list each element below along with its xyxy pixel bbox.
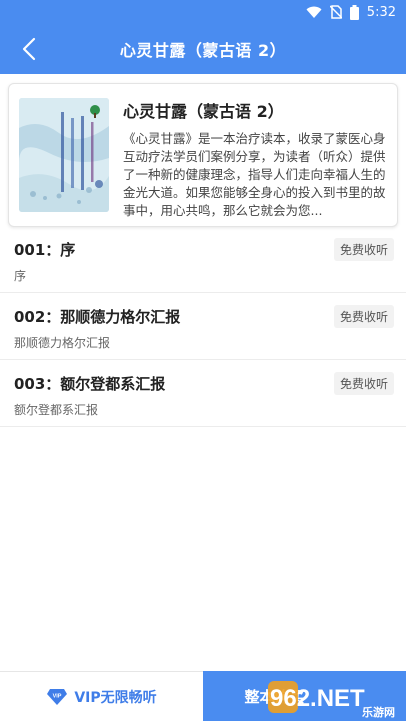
buy-whole-book-label: 整本购买 bbox=[244, 687, 305, 706]
free-listen-badge: 免费收听 bbox=[333, 372, 394, 395]
chapter-subtitle: 那顺德力格尔汇报 bbox=[14, 336, 111, 350]
watermark-sub-text: 乐游网 bbox=[362, 705, 395, 719]
chapter-subtitle: 序 bbox=[14, 269, 27, 283]
book-description: 《心灵甘露》是一本治疗读本，收录了蒙医心身互动疗法学员们案例分享，为读者（听众）… bbox=[123, 131, 386, 218]
app-bar: 心灵甘露（蒙古语 2） bbox=[0, 24, 406, 74]
status-bar: 5:32 bbox=[0, 0, 406, 24]
vip-badge-text: VIP bbox=[53, 693, 62, 699]
chapter-item[interactable]: 002：那顺德力格尔汇报 那顺德力格尔汇报 免费收听 bbox=[0, 294, 406, 360]
chevron-left-icon bbox=[22, 37, 36, 61]
no-sim-icon bbox=[329, 5, 342, 19]
chapter-title: 002：那顺德力格尔汇报 bbox=[14, 308, 181, 326]
wifi-icon bbox=[306, 6, 322, 19]
page-title: 心灵甘露（蒙古语 2） bbox=[119, 41, 287, 60]
book-cover-image bbox=[19, 98, 109, 212]
chapter-item[interactable]: 001：序 序 免费收听 bbox=[0, 227, 406, 293]
vip-diamond-icon: VIP bbox=[47, 688, 68, 705]
chapter-title: 001：序 bbox=[14, 241, 76, 259]
chapter-item[interactable]: 003：额尔登都系汇报 额尔登都系汇报 免费收听 bbox=[0, 361, 406, 427]
chapter-subtitle: 额尔登都系汇报 bbox=[14, 403, 99, 417]
buy-whole-book-button[interactable]: 整本购买 962.NET 乐游网 bbox=[203, 671, 406, 721]
vip-unlimited-label: VIP无限畅听 bbox=[74, 689, 157, 706]
chapter-title: 003：额尔登都系汇报 bbox=[14, 375, 166, 393]
bottom-action-bar: VIP VIP无限畅听 整本购买 962.NET 乐游网 bbox=[0, 671, 406, 721]
free-listen-badge: 免费收听 bbox=[333, 305, 394, 328]
free-listen-badge: 免费收听 bbox=[333, 238, 394, 261]
book-info-card: 心灵甘露（蒙古语 2） 《心灵甘露》是一本治疗读本，收录了蒙医心身互动疗法学员们… bbox=[8, 83, 398, 227]
book-title: 心灵甘露（蒙古语 2） bbox=[123, 102, 284, 121]
vip-unlimited-button[interactable]: VIP VIP无限畅听 bbox=[0, 671, 203, 721]
status-time: 5:32 bbox=[366, 4, 396, 20]
back-button[interactable] bbox=[14, 34, 44, 64]
battery-icon bbox=[349, 4, 359, 20]
